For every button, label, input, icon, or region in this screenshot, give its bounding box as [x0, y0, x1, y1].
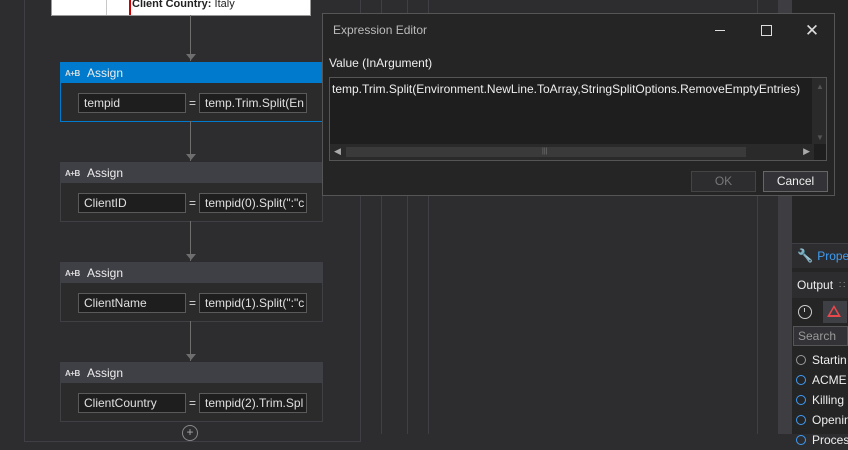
- scroll-up-icon[interactable]: ▲: [816, 82, 824, 91]
- client-country-value: Italy: [214, 0, 235, 10]
- connector-arrow: [186, 154, 196, 160]
- assign-activity-clientcountry[interactable]: A+B Assign ClientCountry = tempid(2).Tri…: [60, 362, 323, 422]
- close-button[interactable]: ✕: [789, 14, 835, 46]
- expression-textbox[interactable]: temp.Trim.Split(Environment.NewLine.ToAr…: [329, 77, 827, 161]
- wrench-icon: 🔧: [797, 248, 814, 263]
- equals-sign: =: [188, 196, 196, 210]
- warning-filter-button[interactable]: [823, 301, 847, 323]
- minimize-icon: [715, 29, 725, 31]
- cancel-button[interactable]: Cancel: [763, 171, 828, 192]
- close-icon: ✕: [804, 20, 820, 40]
- maximize-button[interactable]: [743, 14, 789, 46]
- dialog-title: Expression Editor: [333, 23, 428, 37]
- info-icon: [796, 395, 806, 405]
- editor-vertical-scrollbar[interactable]: ▲ ▼: [812, 78, 826, 144]
- scroll-left-icon[interactable]: ◀: [334, 146, 341, 157]
- log-item[interactable]: Startin: [796, 350, 848, 370]
- scroll-grip-icon: |||: [542, 148, 548, 155]
- ok-button[interactable]: OK: [691, 171, 756, 192]
- output-log-list: Startin ACME Killing Openin Proces: [796, 350, 848, 450]
- log-item[interactable]: Killing: [796, 390, 848, 410]
- assign-value-field[interactable]: tempid(2).Trim.Spl: [199, 393, 307, 413]
- pin-icon[interactable]: ∷: [839, 280, 845, 291]
- assign-value-field[interactable]: temp.Trim.Split(En: [199, 93, 307, 113]
- assign-to-field[interactable]: ClientID: [78, 193, 186, 213]
- client-country-card: Client Country: Italy: [51, 0, 311, 16]
- assign-icon: A+B: [65, 368, 80, 378]
- activity-title: Assign: [87, 66, 124, 80]
- assign-activity-clientid[interactable]: A+B Assign ClientID = tempid(0).Split(":…: [60, 162, 323, 222]
- info-icon: [796, 415, 806, 425]
- editor-horizontal-scrollbar[interactable]: ◀ ||| ▶: [330, 144, 814, 160]
- output-panel-header: Output ∷: [792, 272, 848, 298]
- expression-editor-dialog: Expression Editor ✕ Value (InArgument) t…: [322, 13, 835, 196]
- equals-sign: =: [188, 96, 196, 110]
- properties-label: Prope: [817, 249, 848, 263]
- connector-arrow: [186, 54, 196, 60]
- client-country-label: Client Country:: [132, 0, 212, 10]
- connector-arrow: [186, 254, 196, 260]
- clock-icon[interactable]: [798, 305, 812, 319]
- scroll-right-icon[interactable]: ▶: [803, 146, 810, 157]
- activity-title: Assign: [87, 366, 124, 380]
- expression-text[interactable]: temp.Trim.Split(Environment.NewLine.ToAr…: [332, 82, 800, 96]
- scroll-down-icon[interactable]: ▼: [816, 133, 824, 142]
- assign-icon: A+B: [65, 68, 80, 78]
- properties-tab[interactable]: 🔧 Prope: [792, 243, 848, 268]
- activity-title: Assign: [87, 166, 124, 180]
- add-activity-icon[interactable]: +: [182, 425, 198, 441]
- info-icon: [796, 355, 806, 365]
- assign-to-field[interactable]: tempid: [78, 93, 186, 113]
- assign-to-field[interactable]: ClientCountry: [78, 393, 186, 413]
- assign-icon: A+B: [65, 268, 80, 278]
- assign-activity-clientname[interactable]: A+B Assign ClientName = tempid(1).Split(…: [60, 262, 323, 322]
- output-search-input[interactable]: Search: [793, 326, 848, 346]
- log-item[interactable]: ACME: [796, 370, 848, 390]
- minimize-button[interactable]: [697, 14, 743, 46]
- log-item[interactable]: Openin: [796, 410, 848, 430]
- assign-icon: A+B: [65, 168, 80, 178]
- assign-to-field[interactable]: ClientName: [78, 293, 186, 313]
- activity-title: Assign: [87, 266, 124, 280]
- log-item[interactable]: Proces: [796, 430, 848, 450]
- output-title: Output: [797, 278, 834, 292]
- maximize-icon: [760, 24, 772, 36]
- assign-value-field[interactable]: tempid(0).Split(":"c: [199, 193, 307, 213]
- assign-activity-tempid[interactable]: A+B Assign tempid = temp.Trim.Split(En: [60, 62, 323, 122]
- assign-value-field[interactable]: tempid(1).Split(":"c: [199, 293, 307, 313]
- connector-arrow: [186, 354, 196, 360]
- equals-sign: =: [188, 396, 196, 410]
- equals-sign: =: [188, 296, 196, 310]
- info-icon: [796, 375, 806, 385]
- info-icon: [796, 435, 806, 445]
- value-label: Value (InArgument): [329, 56, 433, 70]
